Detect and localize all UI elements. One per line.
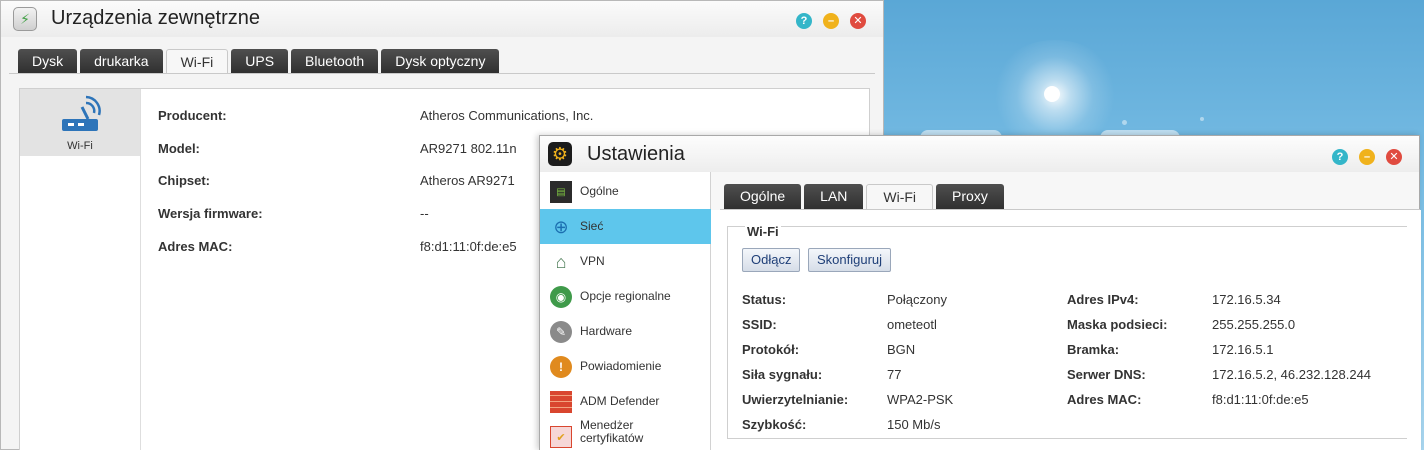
protocol-value: BGN <box>887 342 916 357</box>
mac-address-label: Adres MAC: <box>1067 392 1142 407</box>
certificate-icon: ✔ <box>550 426 572 448</box>
sidebar-item-network[interactable]: ⊕ Sieć <box>540 209 711 244</box>
firmware-label: Wersja firmware: <box>158 206 263 221</box>
help-button[interactable]: ? <box>796 13 812 29</box>
model-label: Model: <box>158 141 200 156</box>
sidebar-item-general[interactable]: ▤ Ogólne <box>540 174 711 209</box>
tab-optical-drive[interactable]: Dysk optyczny <box>381 49 500 73</box>
lens-flare <box>1122 120 1127 125</box>
tab-lan[interactable]: LAN <box>804 184 864 209</box>
tab-ups[interactable]: UPS <box>231 49 289 73</box>
gateway-label: Bramka: <box>1067 342 1120 357</box>
tab-disk[interactable]: Dysk <box>18 49 78 73</box>
tab-bluetooth[interactable]: Bluetooth <box>291 49 379 73</box>
settings-app-icon: ⚙ <box>548 142 572 166</box>
help-button[interactable]: ? <box>1332 149 1348 165</box>
vpn-house-icon: ⌂ <box>555 251 567 272</box>
window-title: Urządzenia zewnętrzne <box>51 7 260 29</box>
minimize-button[interactable]: – <box>823 13 839 29</box>
ssid-value: ometeotl <box>887 317 937 332</box>
window-titlebar[interactable]: ⚙ Ustawienia ? – ✕ <box>540 136 1419 172</box>
protocol-label: Protokół: <box>742 342 800 357</box>
device-tabs: Dysk drukarka Wi-Fi UPS Bluetooth Dysk o… <box>18 49 502 73</box>
device-item-wifi[interactable]: Wi-Fi <box>20 89 140 156</box>
disconnect-button[interactable]: Odłącz <box>742 248 801 272</box>
device-list: Wi-Fi <box>20 89 141 450</box>
sidebar-item-notification[interactable]: ! Powiadomienie <box>540 349 711 384</box>
desktop-sun <box>1044 86 1060 102</box>
manufacturer-label: Producent: <box>158 108 227 123</box>
device-item-label: Wi-Fi <box>67 140 93 152</box>
manufacturer-value: Atheros Communications, Inc. <box>420 108 594 123</box>
tab-proxy[interactable]: Proxy <box>936 184 1004 209</box>
sidebar-item-certificates[interactable]: ✔ Menedżer certyfikatów <box>540 419 711 450</box>
chipset-label: Chipset: <box>158 173 210 188</box>
firewall-icon <box>550 391 572 413</box>
configure-button[interactable]: Skonfiguruj <box>808 248 892 272</box>
authentication-label: Uwierzytelnianie: <box>742 392 849 407</box>
close-button[interactable]: ✕ <box>1386 149 1402 165</box>
status-label: Status: <box>742 292 787 307</box>
tab-general[interactable]: Ogólne <box>724 184 802 209</box>
server-icon: ▤ <box>550 181 572 203</box>
external-devices-app-icon: ⚡ <box>13 7 37 31</box>
dns-server-label: Serwer DNS: <box>1067 367 1146 382</box>
window-title: Ustawienia <box>587 143 685 165</box>
hardware-icon: ✎ <box>550 321 572 343</box>
ipv4-label: Adres IPv4: <box>1067 292 1139 307</box>
speed-value: 150 Mb/s <box>887 417 941 432</box>
sidebar-item-hardware[interactable]: ✎ Hardware <box>540 314 711 349</box>
signal-strength-label: Siła sygnału: <box>742 367 823 382</box>
authentication-value: WPA2-PSK <box>887 392 954 407</box>
ssid-label: SSID: <box>742 317 777 332</box>
model-value: AR9271 802.11n <box>420 141 517 156</box>
wifi-router-icon <box>62 95 101 131</box>
mac-value: f8:d1:11:0f:de:e5 <box>420 239 517 254</box>
notification-icon: ! <box>550 356 572 378</box>
wifi-settings-content: Wi-Fi Odłącz Skonfiguruj Status: Połączo… <box>711 210 1421 450</box>
signal-strength-value: 77 <box>887 367 902 382</box>
tab-wifi[interactable]: Wi-Fi <box>866 184 934 209</box>
ipv4-value: 172.16.5.34 <box>1212 292 1281 307</box>
subnet-mask-value: 255.255.255.0 <box>1212 317 1296 332</box>
tab-wifi[interactable]: Wi-Fi <box>165 49 229 73</box>
dns-server-value: 172.16.5.2, 46.232.128.244 <box>1212 367 1372 382</box>
speed-label: Szybkość: <box>742 417 807 432</box>
tab-divider <box>9 73 875 74</box>
settings-tabs: Ogólne LAN Wi-Fi Proxy <box>724 184 1007 209</box>
sidebar-item-regional[interactable]: ◉ Opcje regionalne <box>540 279 711 314</box>
chipset-value: Atheros AR9271 <box>420 173 515 188</box>
mac-label: Adres MAC: <box>158 239 233 254</box>
window-titlebar[interactable]: ⚡ Urządzenia zewnętrzne ? – ✕ <box>1 1 883 37</box>
status-value: Połączony <box>887 292 947 307</box>
lens-flare <box>1200 117 1204 121</box>
subnet-mask-label: Maska podsieci: <box>1067 317 1168 332</box>
firmware-value: -- <box>420 206 429 221</box>
sidebar-item-vpn[interactable]: ⌂ VPN <box>540 244 711 279</box>
settings-window: ⚙ Ustawienia ? – ✕ ▤ Ogólne ⊕ Sieć ⌂ VPN… <box>539 135 1421 450</box>
tab-printer[interactable]: drukarka <box>80 49 163 73</box>
group-title: Wi-Fi <box>745 224 781 239</box>
mac-address-value: f8:d1:11:0f:de:e5 <box>1212 392 1309 407</box>
settings-sidebar: ▤ Ogólne ⊕ Sieć ⌂ VPN ◉ Opcje regionalne… <box>540 172 711 450</box>
globe-region-icon: ◉ <box>550 286 572 308</box>
gateway-value: 172.16.5.1 <box>1212 342 1274 357</box>
globe-icon: ⊕ <box>553 216 569 237</box>
minimize-button[interactable]: – <box>1359 149 1375 165</box>
sidebar-item-adm-defender[interactable]: ADM Defender <box>540 384 711 419</box>
close-button[interactable]: ✕ <box>850 13 866 29</box>
